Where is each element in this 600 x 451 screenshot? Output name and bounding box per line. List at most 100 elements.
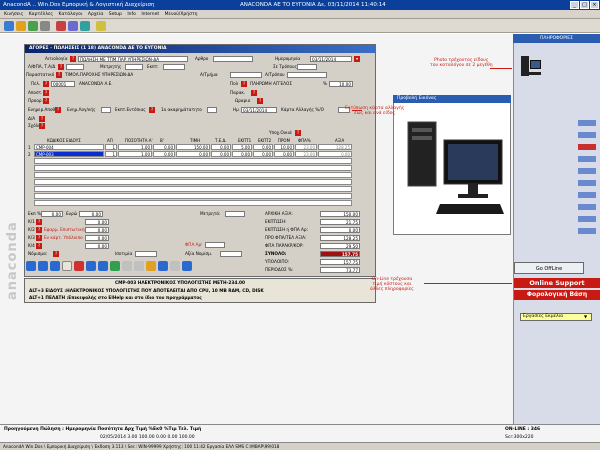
empty-row[interactable]	[34, 172, 352, 178]
help-icon[interactable]	[96, 21, 106, 31]
info-row[interactable]	[578, 168, 596, 174]
print-icon[interactable]	[40, 21, 50, 31]
menu-item-arxeia[interactable]: Αρχεία	[88, 10, 103, 19]
row-disc1[interactable]: 5.00	[232, 144, 252, 150]
next-record-icon[interactable]	[50, 261, 60, 271]
send-icon[interactable]	[158, 261, 168, 271]
new-icon[interactable]	[4, 21, 14, 31]
first-record-icon[interactable]	[26, 261, 36, 271]
menu-item-karteles[interactable]: Καρτέλλες	[29, 10, 53, 19]
aitiologia-field[interactable]: ΠΩΛΗΣΗ ΜΕ ΤΠΜ.ΠΑΡ.ΥΠΗΡΕΣΙΩΝ-ΔΑ	[78, 56, 188, 62]
row-qty[interactable]: 1.00	[118, 151, 152, 157]
arthro-field[interactable]	[213, 56, 253, 62]
menu-item-info[interactable]: Info	[127, 10, 136, 19]
metritis-field[interactable]	[125, 64, 143, 70]
se-toposi-field[interactable]	[297, 64, 317, 70]
folder-icon[interactable]	[146, 261, 156, 271]
refresh-icon[interactable]	[80, 21, 90, 31]
row-price[interactable]: 150.00	[176, 144, 210, 150]
empty-row[interactable]	[34, 193, 352, 199]
info-row[interactable]	[578, 144, 596, 150]
up-icon[interactable]	[86, 261, 96, 271]
metrita-field[interactable]	[225, 211, 245, 217]
go-offline-button[interactable]: Go OffLine	[514, 262, 584, 274]
info-row[interactable]	[578, 132, 596, 138]
row-ted[interactable]: 0.00	[211, 144, 231, 150]
arithmos-field[interactable]	[230, 72, 262, 78]
find-icon[interactable]	[62, 261, 72, 271]
axia-nomismatos-field[interactable]	[220, 251, 242, 257]
row-disc1[interactable]: 0.00	[232, 151, 252, 157]
row-disc2[interactable]: 0.00	[253, 151, 273, 157]
info-row[interactable]	[578, 180, 596, 186]
ekpt-field[interactable]	[163, 64, 185, 70]
tasks-select[interactable]: Εργασίες Εκμελια	[520, 313, 592, 321]
search-icon[interactable]	[68, 21, 78, 31]
row-code[interactable]: CMP-004	[34, 144, 104, 150]
down-icon[interactable]	[98, 261, 108, 271]
isotimia-field[interactable]	[135, 251, 157, 257]
add-icon[interactable]	[110, 261, 120, 271]
forologiki-vasi-banner[interactable]: Φορολογική Βάση	[514, 290, 600, 300]
minimize-button[interactable]: _	[570, 1, 579, 9]
row-ap[interactable]: 1	[105, 151, 117, 157]
empty-row[interactable]	[34, 186, 352, 192]
row-qtyb[interactable]: 0.00	[153, 144, 175, 150]
info-row[interactable]	[578, 120, 596, 126]
delete-record-icon[interactable]	[74, 261, 84, 271]
empty-row[interactable]	[34, 158, 352, 164]
row-code-selected[interactable]: CMP-003	[34, 151, 104, 157]
empty-row[interactable]	[34, 179, 352, 185]
row-ted[interactable]: 0.00	[211, 151, 231, 157]
fpa-ar-field[interactable]	[205, 242, 225, 248]
row-ap[interactable]: 1	[105, 144, 117, 150]
k2-field[interactable]: 0.00	[85, 227, 109, 233]
info-row[interactable]	[578, 204, 596, 210]
date-field[interactable]: 03/11/2014	[310, 56, 352, 62]
menu-item-setup[interactable]: Setup	[109, 10, 122, 19]
empty-row[interactable]	[34, 165, 352, 171]
calendar-icon[interactable]: ▾	[354, 56, 360, 62]
copy-icon[interactable]	[134, 261, 144, 271]
anakathiristi-field[interactable]	[207, 107, 217, 113]
row-prom[interactable]: 10.00	[274, 144, 294, 150]
row-qty[interactable]: 1.00	[118, 144, 152, 150]
menu-item-kiniseis[interactable]: Κινήσεις	[4, 10, 23, 19]
info-row[interactable]	[578, 216, 596, 222]
save-icon[interactable]	[28, 21, 38, 31]
close-button[interactable]: ×	[590, 1, 599, 9]
k4-field[interactable]: 0.00	[85, 243, 109, 249]
info-row[interactable]	[578, 156, 596, 162]
tropos-field[interactable]	[287, 72, 327, 78]
chevron-down-icon[interactable]: ▼	[584, 314, 587, 319]
info-row[interactable]	[578, 228, 596, 234]
logistiki-field[interactable]	[101, 107, 111, 113]
customer-code-field[interactable]: 00001	[51, 81, 75, 87]
k3-field[interactable]: 0.00	[85, 235, 109, 241]
row-price[interactable]: 0.00	[176, 151, 210, 157]
required-badge: ?	[36, 227, 42, 233]
row-prom[interactable]: 0.00	[274, 151, 294, 157]
print-record-icon[interactable]	[122, 261, 132, 271]
online-support-banner[interactable]: Online Support	[514, 278, 600, 288]
percent-field[interactable]: 10.00	[329, 81, 353, 87]
menu-item-user[interactable]: Μενού/Χρήστη	[165, 10, 198, 19]
open-icon[interactable]	[16, 21, 26, 31]
maximize-button[interactable]: □	[580, 1, 589, 9]
fpa-field[interactable]	[66, 64, 84, 70]
exit-icon[interactable]	[182, 261, 192, 271]
info-row[interactable]	[578, 192, 596, 198]
k1-field[interactable]: 0.00	[85, 219, 109, 225]
im-date-field[interactable]: 03/11/2014	[241, 107, 277, 113]
row-qtyb[interactable]: 0.00	[153, 151, 175, 157]
empty-row[interactable]	[34, 200, 352, 206]
settings-icon[interactable]	[170, 261, 180, 271]
ekpt-pct-field[interactable]: 0.00	[41, 211, 63, 217]
parastatiko-field[interactable]: ΤΙΜΟΛ.ΠΑΡΟΧΗΣ ΥΠΗΡΕΣΙΩΝ-ΔΑ	[64, 72, 160, 78]
euro-field[interactable]: 0.00	[79, 211, 103, 217]
delete-icon[interactable]	[56, 21, 66, 31]
row-disc2[interactable]: 0.00	[253, 144, 273, 150]
menu-item-katalogoi[interactable]: Κατάλογοι	[59, 10, 83, 19]
previous-record-icon[interactable]	[38, 261, 48, 271]
menu-item-internet[interactable]: Internet	[141, 10, 159, 19]
